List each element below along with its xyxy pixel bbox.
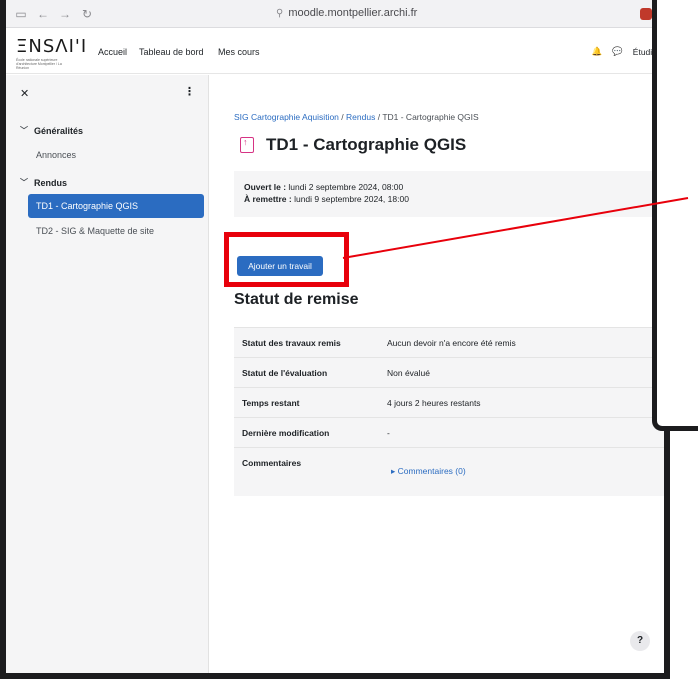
- annotation-line: [342, 197, 689, 259]
- screenshot-frame: ▭ ← → ↻ ⚲ moodle.montpellier.archi.fr ΞN…: [0, 0, 698, 679]
- annotation-arrow: [342, 197, 689, 259]
